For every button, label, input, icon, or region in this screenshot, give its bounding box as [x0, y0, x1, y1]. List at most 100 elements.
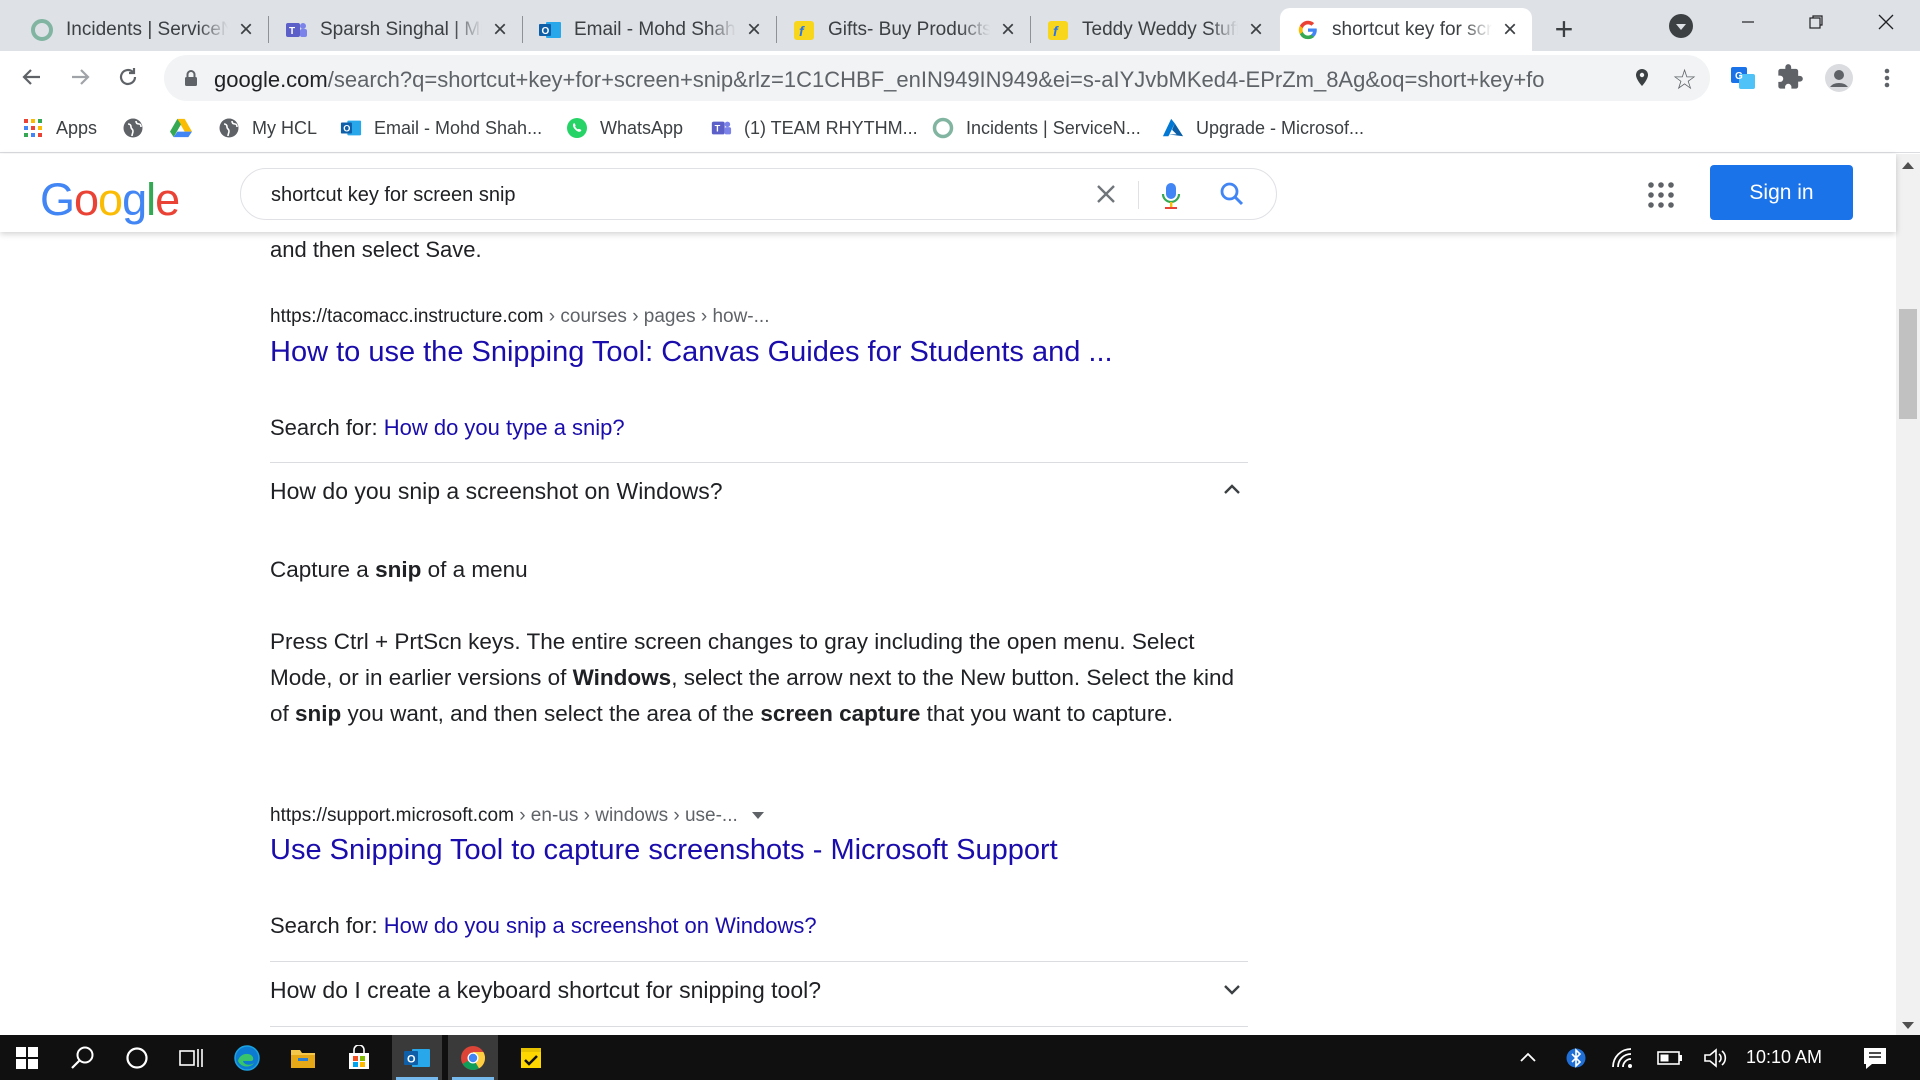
bookmark-my-hcl[interactable]: My HCL [218, 114, 317, 142]
result-cite[interactable]: https://tacomacc.instructure.com › cours… [270, 306, 1248, 328]
related-question-expanded[interactable]: How do you snip a screenshot on Windows? [270, 468, 1248, 518]
tab-flipkart-gifts[interactable]: f Gifts- Buy Products Online × [776, 8, 1031, 51]
url-path: /search?q=shortcut+key+for+screen+snip&r… [327, 67, 1544, 92]
minimize-button[interactable] [1728, 6, 1768, 38]
tab-search-icon[interactable] [1669, 14, 1693, 38]
tab-google-search[interactable]: shortcut key for screen snip × [1280, 8, 1532, 51]
bookmark-email[interactable]: O Email - Mohd Shah... [340, 114, 542, 142]
battery-icon[interactable] [1652, 1035, 1688, 1080]
close-icon[interactable]: × [1244, 16, 1268, 43]
close-icon[interactable]: × [996, 16, 1020, 43]
chevron-up-icon[interactable] [1220, 478, 1244, 502]
taskbar-clock[interactable]: 10:10 AM [1746, 1047, 1822, 1068]
close-icon[interactable]: × [742, 16, 766, 43]
restore-button[interactable] [1796, 6, 1836, 38]
cite-dropdown-icon[interactable] [751, 812, 764, 820]
related-question-text: How do I create a keyboard shortcut for … [270, 977, 822, 1003]
wifi-icon[interactable] [1606, 1035, 1642, 1080]
scrollbar-thumb[interactable] [1899, 309, 1917, 419]
servicenow-icon [30, 18, 54, 42]
search-box [240, 168, 1277, 220]
tab-outlook-email[interactable]: O Email - Mohd Shahrukh × [522, 8, 777, 51]
divider [270, 1026, 1248, 1027]
scroll-down-arrow-icon[interactable] [1902, 1022, 1914, 1029]
close-icon[interactable]: × [234, 16, 258, 43]
menu-kebab-icon[interactable] [1872, 63, 1902, 93]
azure-icon [1162, 117, 1184, 139]
related-question-collapsed[interactable]: How do I create a keyboard shortcut for … [270, 967, 1248, 1017]
bookmark-whatsapp[interactable]: WhatsApp [566, 114, 683, 142]
cite-host: https://support.microsoft.com [270, 805, 514, 826]
google-apps-icon[interactable] [1648, 182, 1674, 208]
result-title-link[interactable]: How to use the Snipping Tool: Canvas Gui… [270, 336, 1248, 369]
tab-flipkart-teddy[interactable]: f Teddy Weddy Stuffed × [1030, 8, 1278, 51]
action-center-notification-icon[interactable] [1852, 1035, 1898, 1080]
search-icon[interactable] [1219, 181, 1247, 209]
url-host: google.com [214, 67, 328, 92]
close-window-button[interactable] [1866, 6, 1906, 38]
bookmark-star-icon[interactable]: ☆ [1672, 63, 1697, 96]
google-icon [1296, 18, 1320, 42]
search-for-link[interactable]: How do you snip a screenshot on Windows? [384, 913, 817, 938]
svg-text:O: O [343, 124, 350, 134]
search-results: and then select Save. https://tacomacc.i… [0, 232, 1896, 1035]
bookmark-label: WhatsApp [600, 117, 684, 138]
close-icon[interactable]: × [1498, 16, 1522, 43]
task-view-icon[interactable] [164, 1035, 218, 1080]
cortana-icon[interactable] [110, 1035, 164, 1080]
apps-grid-icon [22, 117, 44, 139]
file-explorer-icon[interactable] [276, 1035, 330, 1080]
show-hidden-icons-chevron-up-icon[interactable] [1510, 1035, 1546, 1080]
windows-taskbar: O 10:10 AM [0, 1035, 1920, 1080]
scroll-up-arrow-icon[interactable] [1902, 162, 1914, 169]
sign-in-button[interactable]: Sign in [1710, 165, 1853, 220]
forward-button[interactable] [64, 61, 96, 93]
search-for-label: Search for: [270, 913, 384, 938]
sticky-notes-icon[interactable] [504, 1035, 558, 1080]
close-icon[interactable]: × [488, 16, 512, 43]
back-button[interactable] [16, 61, 48, 93]
chrome-app-icon[interactable] [448, 1035, 498, 1080]
translate-extension-icon[interactable]: G [1728, 63, 1758, 93]
bookmark-azure-upgrade[interactable]: Upgrade - Microsof... [1162, 114, 1364, 142]
result-cite[interactable]: https://support.microsoft.com › en-us › … [270, 805, 1248, 827]
location-pin-icon[interactable] [1631, 67, 1653, 89]
windows-start-icon[interactable] [0, 1035, 54, 1080]
globe-icon [218, 117, 240, 139]
microphone-icon[interactable] [1159, 181, 1183, 211]
bookmark-apps[interactable]: Apps [22, 114, 97, 142]
edge-browser-icon[interactable] [220, 1035, 274, 1080]
cite-host: https://tacomacc.instructure.com [270, 306, 544, 327]
extensions-puzzle-icon[interactable] [1776, 63, 1806, 93]
search-input[interactable] [271, 181, 1091, 209]
clear-search-icon[interactable] [1091, 179, 1121, 209]
tab-servicenow-incidents[interactable]: Incidents | ServiceNow × [14, 8, 269, 51]
flipkart-icon: f [1046, 18, 1070, 42]
google-logo[interactable]: Google [40, 174, 180, 226]
bookmark-team-rhythm[interactable]: T (1) TEAM RHYTHM... [710, 114, 918, 142]
profile-avatar-icon[interactable] [1824, 63, 1854, 93]
reload-button[interactable] [112, 61, 144, 93]
lock-icon[interactable] [184, 69, 198, 87]
taskbar-search-icon[interactable] [56, 1035, 110, 1080]
bluetooth-icon[interactable] [1558, 1035, 1594, 1080]
bookmark-label: (1) TEAM RHYTHM... [744, 117, 918, 138]
url-text[interactable]: google.com/search?q=shortcut+key+for+scr… [214, 67, 1544, 93]
bookmark-servicenow[interactable]: Incidents | ServiceN... [932, 114, 1141, 142]
page-scrollbar[interactable] [1896, 154, 1920, 1035]
volume-icon[interactable] [1698, 1035, 1734, 1080]
search-for-link[interactable]: How do you type a snip? [384, 415, 625, 440]
chevron-down-icon[interactable] [1220, 977, 1244, 1001]
address-bar[interactable]: google.com/search?q=shortcut+key+for+scr… [164, 55, 1710, 101]
bookmarks-bar: Apps My HCL O Email - Mohd Shah... Whats… [0, 104, 1920, 153]
microsoft-store-icon[interactable] [332, 1035, 386, 1080]
result-title-link[interactable]: Use Snipping Tool to capture screenshots… [270, 834, 1248, 867]
bookmark-google-drive[interactable] [170, 114, 204, 142]
bookmark-globe[interactable] [122, 114, 156, 142]
divider [270, 961, 1248, 962]
tab-teams-chat[interactable]: T Sparsh Singhal | Microsoft Teams × [268, 8, 523, 51]
outlook-app-icon[interactable]: O [392, 1035, 442, 1080]
servicenow-icon [932, 117, 954, 139]
new-tab-button[interactable]: + [1548, 13, 1580, 46]
answer-body: Press Ctrl + PrtScn keys. The entire scr… [270, 629, 1234, 726]
